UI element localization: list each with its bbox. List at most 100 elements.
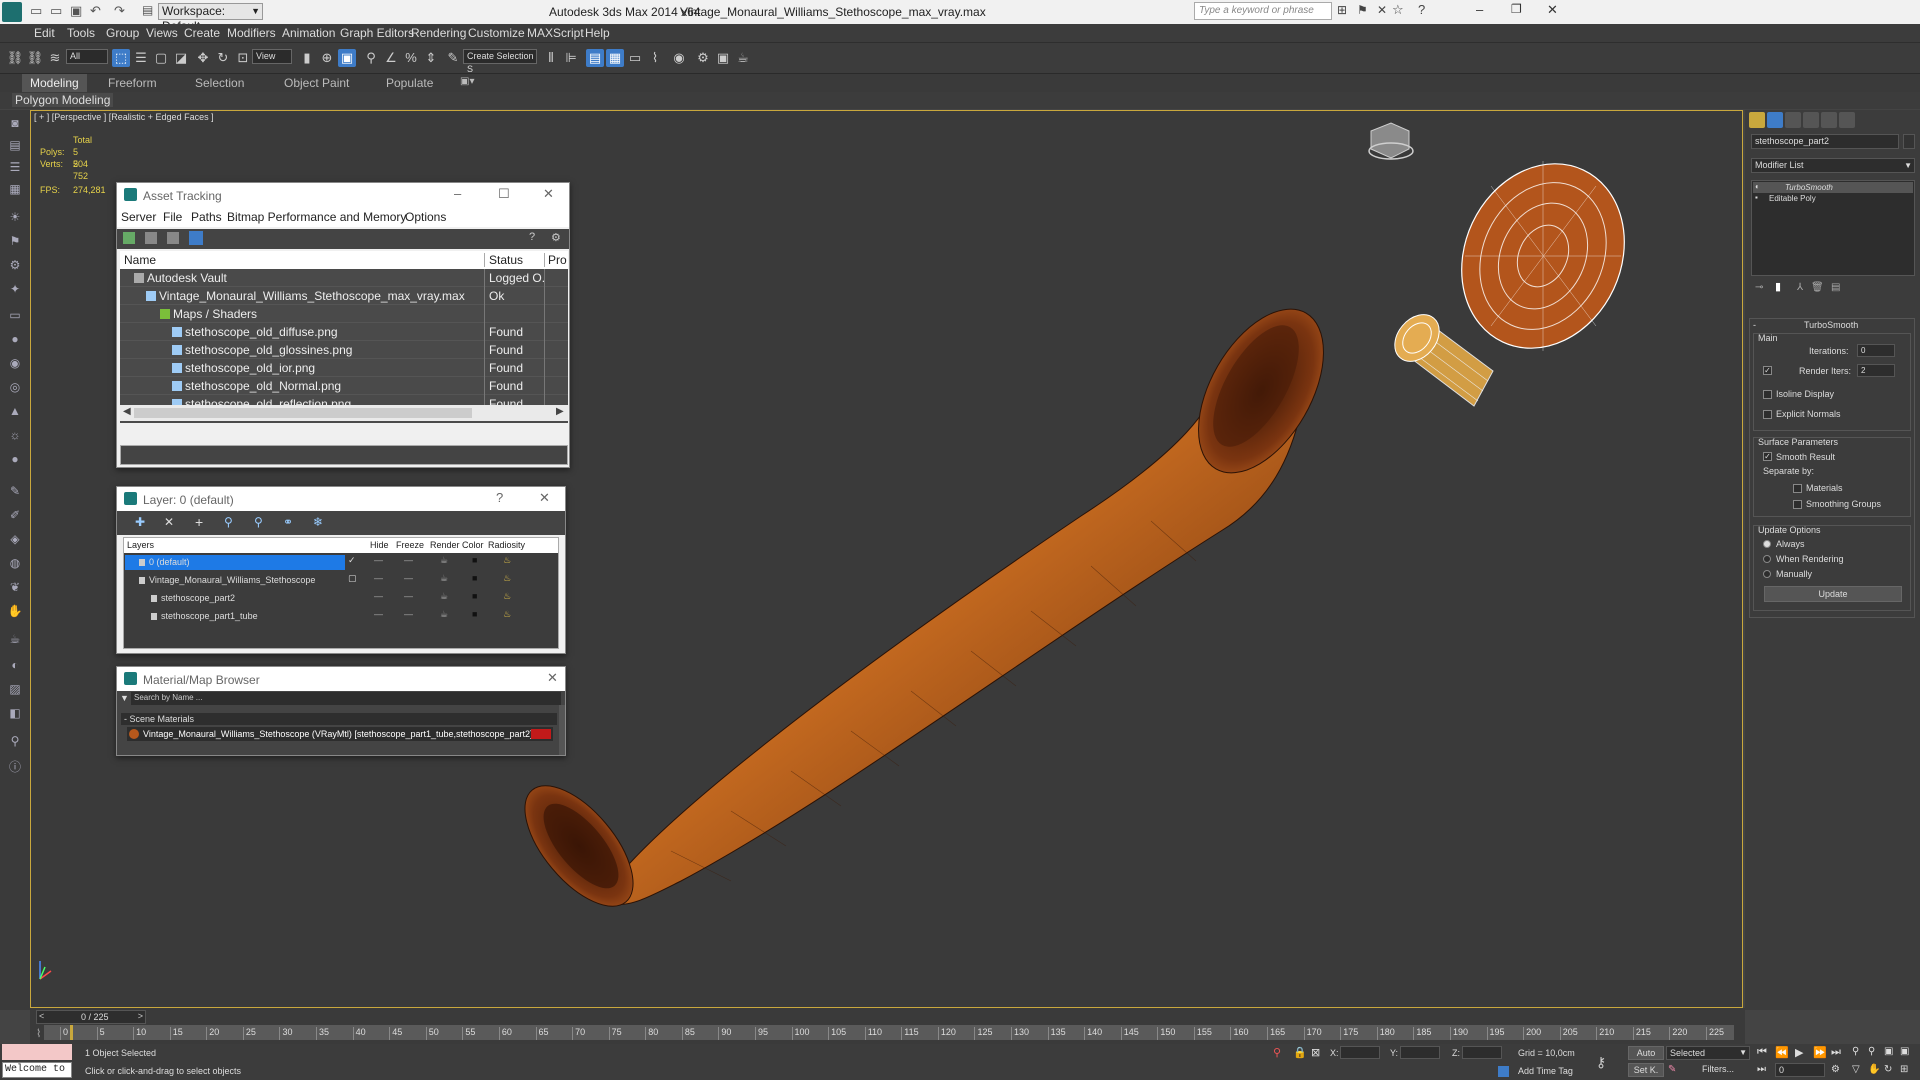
keyboard-shortcut-override-icon[interactable]: ▣ xyxy=(338,49,356,67)
render-icon[interactable]: ▤ xyxy=(6,136,24,154)
set-key-button[interactable]: Set K. xyxy=(1628,1063,1664,1077)
layer-color-swatch[interactable]: ■ xyxy=(472,573,477,583)
undo-icon[interactable]: ↶ xyxy=(90,3,101,19)
unlink-icon[interactable]: ⛓ xyxy=(26,49,44,67)
redo-icon[interactable]: ↷ xyxy=(114,3,125,19)
percent-snap-icon[interactable]: % xyxy=(402,49,420,67)
auto-key-button[interactable]: Auto xyxy=(1628,1046,1664,1060)
new-file-icon[interactable]: ▭ xyxy=(30,3,42,19)
maxscript-listener[interactable] xyxy=(2,1044,72,1060)
smoothing-groups-checkbox[interactable] xyxy=(1793,500,1802,509)
freeze-all-icon[interactable]: ❄ xyxy=(313,515,323,529)
select-by-name-icon[interactable]: ☰ xyxy=(132,49,150,67)
edit-named-selection-icon[interactable]: ✎ xyxy=(444,49,462,67)
light-bulb-icon[interactable]: ◐ xyxy=(1755,182,1760,191)
tab-selection[interactable]: Selection xyxy=(195,76,244,90)
favorites-icon[interactable]: ☆ xyxy=(1392,2,1404,18)
time-slider[interactable]: < 0 / 225 > xyxy=(36,1010,146,1024)
bind-space-warp-icon[interactable]: ≋ xyxy=(46,49,64,67)
close-icon[interactable]: ✕ xyxy=(547,670,558,686)
brush-icon[interactable]: ✎ xyxy=(6,482,24,500)
mirror-icon[interactable]: ⫴ xyxy=(542,49,560,67)
layer-color-swatch[interactable]: ■ xyxy=(472,591,477,601)
mini-curve-editor-icon[interactable]: ⌇ xyxy=(36,1027,41,1040)
make-current-icon[interactable]: ▢ xyxy=(348,573,357,584)
asset-tracking-titlebar[interactable]: Asset Tracking – ☐ ✕ xyxy=(117,183,569,207)
go-to-start-icon[interactable]: ⏮ xyxy=(1757,1046,1767,1059)
open-file-icon[interactable]: ▭ xyxy=(50,3,62,19)
absolute-mode-icon[interactable]: ⊠ xyxy=(1311,1046,1320,1059)
time-configuration-icon[interactable]: ⚙ xyxy=(1831,1064,1840,1075)
time-tag-icon[interactable] xyxy=(1498,1066,1509,1077)
motion-tab-icon[interactable] xyxy=(1803,112,1819,128)
pan-view-icon[interactable]: ✋ xyxy=(1868,1064,1880,1075)
materials-checkbox[interactable] xyxy=(1793,484,1802,493)
layer-row[interactable]: stethoscope_part1_tube — — ☕ ■ ♨ xyxy=(124,608,558,626)
key-mode-dropdown[interactable]: Selected ▼ xyxy=(1666,1046,1750,1060)
isoline-display-checkbox[interactable] xyxy=(1763,390,1772,399)
stack-item-turbosmooth[interactable]: ◐ TurboSmooth xyxy=(1753,182,1913,193)
grid-icon[interactable]: ▦ xyxy=(6,180,24,198)
hide-toggle[interactable]: — xyxy=(374,609,383,619)
add-to-layer-icon[interactable]: + xyxy=(195,514,203,530)
scale-icon[interactable]: ⊡ xyxy=(234,49,252,67)
minimize-icon[interactable]: – xyxy=(1476,2,1483,17)
freeze-toggle[interactable]: — xyxy=(404,573,413,583)
cylinder-icon[interactable]: ◉ xyxy=(6,354,24,372)
previous-frame-icon[interactable]: ⏪ xyxy=(1775,1046,1789,1059)
help-icon[interactable]: ? xyxy=(496,490,503,505)
always-radio[interactable] xyxy=(1763,540,1771,548)
track-bar[interactable]: 0 5 10 15 20 25 30 35 40 45 50 55 60 65 70 75 80 85 90 95 10… xyxy=(44,1025,1734,1040)
info-icon[interactable]: ⓘ xyxy=(6,758,24,776)
render-iters-spinner[interactable]: 2 xyxy=(1857,364,1895,377)
key-mode-toggle-icon[interactable]: ⏭ xyxy=(1757,1064,1766,1075)
asset-menu-bitmap[interactable]: Bitmap Performance and Memory xyxy=(227,210,406,224)
asset-row[interactable]: stethoscope_old_Normal.png Found xyxy=(120,377,568,395)
render-setup-icon[interactable]: ⚙ xyxy=(694,49,712,67)
layer-name-cell[interactable]: stethoscope_part2 xyxy=(125,591,345,606)
object-name-field[interactable]: stethoscope_part2 xyxy=(1751,134,1899,149)
display-tab-icon[interactable] xyxy=(1821,112,1837,128)
set-key-icon[interactable]: ⚷ xyxy=(1596,1054,1606,1071)
hide-all-icon[interactable]: ⚭ xyxy=(283,515,293,529)
menu-modifiers[interactable]: Modifiers xyxy=(227,26,276,40)
asset-menu-file[interactable]: File xyxy=(163,210,182,224)
polygon-modeling-panel[interactable]: Polygon Modeling xyxy=(12,93,114,107)
options-chevron-icon[interactable]: ▼ xyxy=(120,693,129,703)
material-search-input[interactable]: Search by Name ... xyxy=(131,692,561,705)
asset-row[interactable]: stethoscope_old_glossines.png Found xyxy=(120,341,568,359)
rollout-collapse-icon[interactable]: - xyxy=(1753,320,1756,330)
radiosity-icon[interactable]: ♨ xyxy=(503,591,511,602)
restore-icon[interactable]: ❐ xyxy=(1511,2,1522,16)
close-icon[interactable]: ✕ xyxy=(539,490,550,506)
system-icon[interactable]: ✦ xyxy=(6,280,24,298)
asset-menu-options[interactable]: Options xyxy=(405,210,446,224)
turbosmooth-rollout-title[interactable]: TurboSmooth xyxy=(1804,320,1858,330)
menu-tools[interactable]: Tools xyxy=(67,26,95,40)
menu-customize[interactable]: Customize xyxy=(468,26,525,40)
show-end-result-icon[interactable]: ▮ xyxy=(1775,280,1781,293)
binoculars-icon[interactable]: ⊞ xyxy=(1337,3,1347,17)
help-icon[interactable]: ? xyxy=(1418,2,1425,17)
tab-modeling[interactable]: Modeling xyxy=(22,74,87,92)
highlight-layer-icon[interactable]: ⚲ xyxy=(254,515,263,529)
maximize-viewport-icon[interactable]: ⊞ xyxy=(1900,1064,1908,1075)
remove-modifier-icon[interactable]: 🗑 xyxy=(1811,282,1824,293)
table-view-icon[interactable] xyxy=(189,231,203,245)
explicit-normals-checkbox[interactable] xyxy=(1763,410,1772,419)
select-objects-icon[interactable]: ⚲ xyxy=(224,515,233,529)
render-toggle-icon[interactable]: ☕ xyxy=(440,555,448,566)
curve-editor-icon[interactable]: ⌇ xyxy=(646,49,664,67)
viewcube-icon[interactable] xyxy=(1368,122,1414,160)
menu-views[interactable]: Views xyxy=(146,26,178,40)
layer-row[interactable]: Vintage_Monaural_Williams_Stethoscope ▢ — —… xyxy=(124,572,558,590)
render-iters-checkbox[interactable]: ✓ xyxy=(1763,366,1772,375)
field-of-view-icon[interactable]: ▽ xyxy=(1852,1064,1860,1075)
cone-icon[interactable]: ▲ xyxy=(6,402,24,420)
hide-toggle[interactable]: — xyxy=(374,591,383,601)
hierarchy-tab-icon[interactable] xyxy=(1785,112,1801,128)
asset-menu-paths[interactable]: Paths xyxy=(191,210,222,224)
column-name[interactable]: Name xyxy=(124,253,156,267)
key-filters-icon[interactable]: ✎ xyxy=(1668,1064,1676,1075)
update-button[interactable]: Update xyxy=(1764,586,1902,602)
